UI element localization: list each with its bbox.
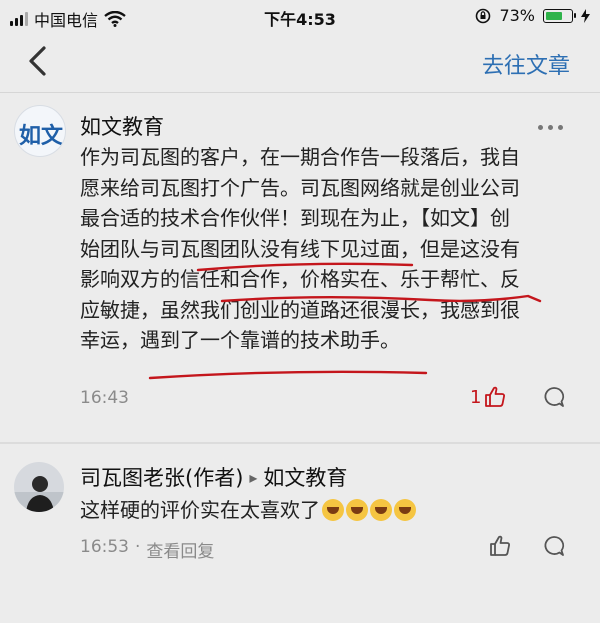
avatar[interactable] [14, 462, 64, 512]
chevron-left-icon[interactable] [24, 44, 54, 78]
reply-time: 16:53 [80, 537, 129, 557]
reply-text: 这样硬的评价实在太喜欢了 [80, 498, 320, 522]
reply-bubble-icon[interactable] [542, 385, 566, 409]
grin-emoji-icon [322, 499, 344, 521]
reply-author[interactable]: 司瓦图老张(作者) [80, 462, 243, 492]
go-to-article-link[interactable]: 去往文章 [482, 48, 570, 80]
laugh-emoji-icon [346, 499, 368, 521]
comment-card: 如文 如文教育 作为司瓦图的客户，在一期合作告一段落后，我自 愿来给司瓦图打个广… [0, 93, 600, 441]
view-replies-link[interactable]: 查看回复 [146, 537, 214, 562]
laugh-emoji-icon [394, 499, 416, 521]
comment-time: 16:43 [80, 388, 129, 408]
reply-to-author[interactable]: 如文教育 [263, 462, 347, 492]
status-bar: 中国电信 下午4:53 73% [0, 0, 600, 32]
rotation-lock-icon [476, 8, 491, 23]
person-photo-icon [14, 462, 64, 512]
reply-card: 司瓦图老张(作者) ▸ 如文教育 这样硬的评价实在太喜欢了 16:53 · 查看… [0, 444, 600, 623]
reply-arrow-icon: ▸ [249, 467, 258, 487]
nav-bar: 去往文章 [0, 32, 600, 90]
like-count: 1 [470, 386, 482, 408]
reply-header: 司瓦图老张(作者) ▸ 如文教育 [80, 462, 347, 492]
meta-separator: · [135, 537, 141, 557]
charging-icon [581, 8, 590, 23]
like-button[interactable]: 1 [470, 385, 507, 409]
battery-icon [543, 8, 576, 23]
laugh-emoji-icon [370, 499, 392, 521]
reply-body: 这样硬的评价实在太喜欢了 [80, 494, 416, 523]
reply-bubble-icon[interactable] [542, 534, 566, 558]
battery-percent: 73% [499, 6, 535, 25]
thumbs-up-icon[interactable] [488, 534, 512, 558]
thumbs-up-icon [485, 386, 506, 407]
reply-meta: 16:53 · 查看回复 [80, 537, 214, 562]
